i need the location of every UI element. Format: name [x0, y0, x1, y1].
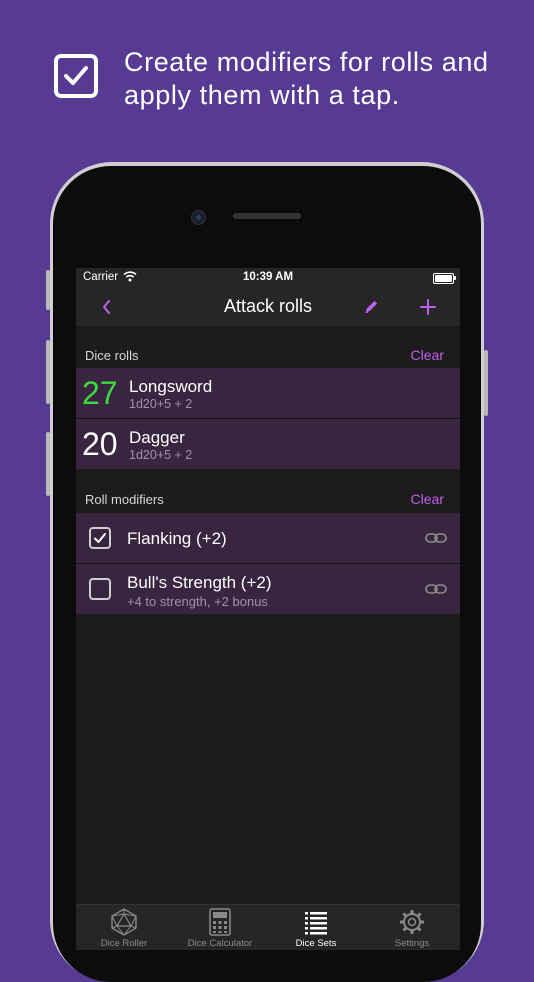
status-time: 10:39 AM — [242, 271, 294, 283]
clear-modifiers-button[interactable]: Clear — [411, 491, 444, 507]
app-screen: Carrier 10:39 AM Attack rolls Dice rolls… — [76, 268, 460, 950]
tab-label: Dice Calculator — [187, 938, 253, 949]
modifier-checkbox[interactable] — [89, 578, 111, 600]
list-icon — [302, 908, 330, 936]
roll-total: 27 — [82, 375, 118, 411]
section-title: Roll modifiers — [85, 492, 164, 507]
roll-name: Dagger — [129, 428, 185, 447]
volume-up-button — [46, 340, 50, 404]
front-camera — [191, 210, 206, 225]
headline: Create modifiers for rolls and apply the… — [54, 46, 514, 116]
plus-icon[interactable] — [419, 298, 437, 321]
tab-settings[interactable]: Settings — [364, 905, 460, 950]
tab-dice-sets[interactable]: Dice Sets — [268, 905, 364, 950]
dice-roll-row[interactable]: 27 Longsword 1d20+5 + 2 — [76, 368, 460, 418]
mute-switch — [46, 270, 50, 310]
modifier-row[interactable]: Flanking (+2) — [76, 513, 460, 563]
roll-formula: 1d20+5 + 2 — [129, 448, 193, 462]
gear-icon — [398, 908, 426, 936]
tab-dice-calculator[interactable]: Dice Calculator — [172, 905, 268, 950]
tab-bar: Dice Roller Dice Calculator Dice Sets Se… — [76, 904, 460, 950]
modifier-name: Bull's Strength (+2) — [127, 573, 272, 592]
roll-modifiers-header: Roll modifiers Clear — [76, 484, 460, 512]
tab-dice-roller[interactable]: Dice Roller — [76, 905, 172, 950]
d20-icon — [110, 908, 138, 936]
clear-dice-rolls-button[interactable]: Clear — [411, 347, 444, 363]
volume-down-button — [46, 432, 50, 496]
tab-label: Settings — [394, 938, 430, 949]
headline-text: Create modifiers for rolls and apply the… — [124, 47, 489, 110]
tab-label: Dice Roller — [100, 938, 148, 949]
roll-formula: 1d20+5 + 2 — [129, 397, 193, 411]
page-title: Attack rolls — [223, 296, 313, 316]
modifier-description: +4 to strength, +2 bonus — [127, 594, 268, 609]
dice-roll-row[interactable]: 20 Dagger 1d20+5 + 2 — [76, 419, 460, 469]
checkbox-icon — [54, 54, 98, 98]
dice-rolls-header: Dice rolls Clear — [76, 340, 460, 368]
modifier-row[interactable]: Bull's Strength (+2) +4 to strength, +2 … — [76, 564, 460, 614]
section-title: Dice rolls — [85, 348, 139, 363]
tab-label: Dice Sets — [295, 938, 337, 949]
battery-icon — [433, 273, 456, 284]
calculator-icon — [206, 908, 234, 936]
status-bar: Carrier 10:39 AM — [76, 268, 460, 288]
pencil-icon[interactable] — [363, 298, 380, 320]
roll-name: Longsword — [129, 377, 213, 396]
link-icon[interactable] — [425, 582, 447, 600]
power-button — [484, 350, 488, 416]
navigation-bar: Attack rolls — [76, 288, 460, 326]
roll-total: 20 — [82, 426, 118, 462]
earpiece-speaker — [233, 213, 301, 219]
modifier-name: Flanking (+2) — [127, 529, 227, 548]
modifier-checkbox[interactable] — [89, 527, 111, 549]
link-icon[interactable] — [425, 531, 447, 549]
